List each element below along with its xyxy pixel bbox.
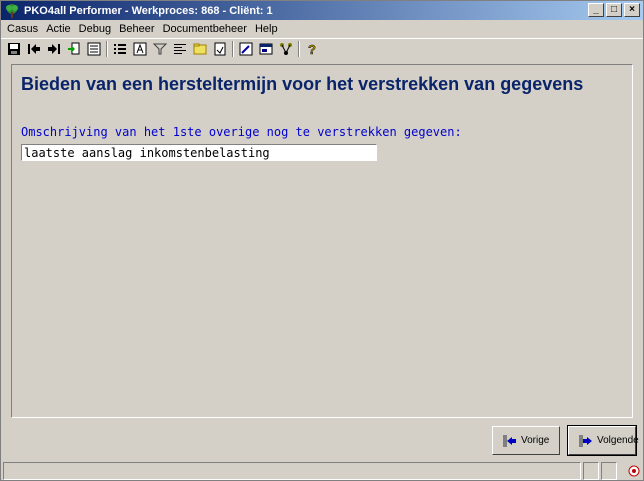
next-label: Volgende: [597, 435, 639, 446]
status-pane-small: [583, 462, 599, 480]
toolbar-separator: [106, 40, 108, 57]
align-icon[interactable]: [171, 40, 189, 58]
list-icon[interactable]: [111, 40, 129, 58]
status-pane-main: [3, 462, 581, 480]
toolbar-separator: [298, 40, 300, 57]
save-icon[interactable]: [5, 40, 23, 58]
text-icon[interactable]: [131, 40, 149, 58]
menu-beheer[interactable]: Beheer: [115, 23, 158, 35]
previous-label: Vorige: [521, 435, 550, 446]
application-window: PKO4all Performer - Werkproces: 868 - Cl…: [0, 0, 644, 481]
next-button[interactable]: Volgende: [567, 425, 639, 456]
toolbar-separator: [232, 40, 234, 57]
help-icon[interactable]: ?: [303, 40, 321, 58]
field-label: Omschrijving van het 1ste overige nog te…: [21, 125, 462, 139]
resize-grip-icon[interactable]: [627, 464, 641, 478]
title-bar[interactable]: PKO4all Performer - Werkproces: 868 - Cl…: [1, 1, 643, 20]
description-input[interactable]: [21, 144, 377, 161]
form-icon[interactable]: [85, 40, 103, 58]
branch-icon[interactable]: [277, 40, 295, 58]
filter-icon[interactable]: [151, 40, 169, 58]
close-button[interactable]: ×: [624, 3, 640, 17]
menu-actie[interactable]: Actie: [42, 23, 74, 35]
window-icon[interactable]: [257, 40, 275, 58]
close-icon: ×: [629, 4, 635, 15]
attach-icon[interactable]: [65, 40, 83, 58]
content-panel: Bieden van een hersteltermijn voor het v…: [11, 64, 633, 418]
minimize-icon: _: [593, 4, 599, 15]
menu-casus[interactable]: Casus: [1, 23, 42, 35]
edit-icon[interactable]: [237, 40, 255, 58]
menu-help[interactable]: Help: [251, 23, 282, 35]
arrow-left-icon: [503, 434, 517, 448]
forward-icon[interactable]: [45, 40, 63, 58]
window-title: PKO4all Performer - Werkproces: 868 - Cl…: [24, 4, 273, 17]
menu-debug[interactable]: Debug: [75, 23, 115, 35]
back-icon[interactable]: [25, 40, 43, 58]
maximize-button[interactable]: □: [606, 3, 622, 17]
previous-button[interactable]: Vorige: [492, 426, 560, 455]
menu-documentbeheer[interactable]: Documentbeheer: [159, 23, 251, 35]
status-pane-small: [601, 462, 617, 480]
svg-text:?: ?: [308, 42, 316, 56]
maximize-icon: □: [610, 4, 618, 15]
page-title: Bieden van een hersteltermijn voor het v…: [21, 74, 584, 94]
tree-app-icon: [4, 3, 20, 19]
status-bar: [3, 462, 643, 480]
arrow-right-icon: [579, 434, 593, 448]
minimize-button[interactable]: _: [588, 3, 604, 17]
toolbar: ?: [1, 38, 643, 58]
folder-icon[interactable]: [191, 40, 209, 58]
menu-bar: Casus Actie Debug Beheer Documentbeheer …: [1, 20, 643, 37]
note-icon[interactable]: [211, 40, 229, 58]
